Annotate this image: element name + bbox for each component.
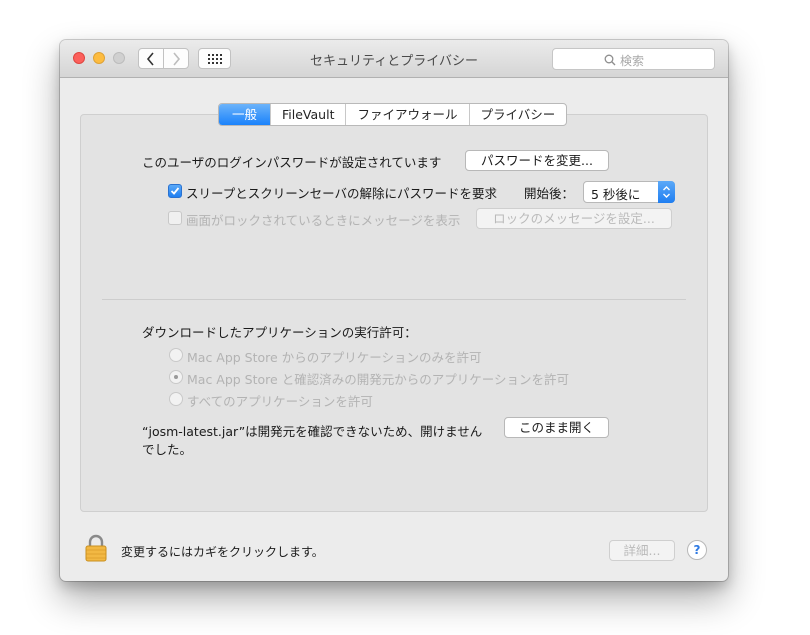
password-delay-value: 5 秒後に <box>591 187 641 202</box>
search-placeholder: 検索 <box>620 54 645 68</box>
after-label: 開始後： <box>524 186 575 201</box>
close-window-button[interactable] <box>73 52 85 64</box>
radio-anywhere[interactable] <box>169 392 183 406</box>
blocked-app-message-line1: “josm-latest.jar”は開発元を確認できないため、開けません <box>142 424 483 439</box>
radio-identified-developers-label: Mac App Store と確認済みの開発元からのアプリケーションを許可 <box>187 372 569 387</box>
tab-privacy[interactable]: プライバシー <box>470 104 567 125</box>
tab-general[interactable]: 一般 <box>219 104 272 125</box>
require-password-checkbox[interactable] <box>168 184 182 198</box>
section-divider <box>102 299 686 300</box>
minimize-window-button[interactable] <box>93 52 105 64</box>
radio-app-store-only[interactable] <box>169 348 183 362</box>
advanced-button[interactable]: 詳細... <box>609 540 675 561</box>
show-message-checkbox[interactable] <box>168 211 182 225</box>
checkmark-icon <box>170 187 180 195</box>
zoom-window-button[interactable] <box>113 52 125 64</box>
chevron-left-icon <box>146 52 154 66</box>
password-delay-select[interactable]: 5 秒後に <box>583 181 675 203</box>
lock-icon[interactable] <box>85 534 107 566</box>
chevron-right-icon <box>173 52 181 66</box>
radio-app-store-only-label: Mac App Store からのアプリケーションのみを許可 <box>187 350 482 365</box>
password-status-text: このユーザのログインパスワードが設定されています <box>142 155 442 170</box>
tab-filevault[interactable]: FileVault <box>271 104 347 125</box>
require-password-label: スリープとスクリーンセーバの解除にパスワードを要求 <box>186 186 498 201</box>
tab-firewall[interactable]: ファイアウォール <box>346 104 470 125</box>
title-bar: セキュリティとプライバシー 検索 <box>60 40 728 78</box>
help-button[interactable]: ? <box>687 540 707 560</box>
search-field[interactable]: 検索 <box>552 48 715 70</box>
blocked-app-message-line2: でした。 <box>142 442 193 457</box>
forward-button[interactable] <box>163 48 189 69</box>
lock-instruction-text: 変更するにはカギをクリックします。 <box>121 545 324 559</box>
radio-anywhere-label: すべてのアプリケーションを許可 <box>187 394 373 409</box>
show-message-label: 画面がロックされているときにメッセージを表示 <box>186 213 461 228</box>
tab-bar: 一般 FileVault ファイアウォール プライバシー <box>218 103 568 126</box>
open-anyway-button[interactable]: このまま開く <box>504 417 609 438</box>
set-lock-message-button[interactable]: ロックのメッセージを設定... <box>476 208 672 229</box>
preferences-window: セキュリティとプライバシー 検索 一般 FileVault ファイアウォール プ… <box>60 40 728 581</box>
grid-icon <box>208 54 222 64</box>
back-button[interactable] <box>138 48 164 69</box>
gatekeeper-heading: ダウンロードしたアプリケーションの実行許可： <box>142 325 417 340</box>
window-title: セキュリティとプライバシー <box>310 54 478 69</box>
search-icon <box>604 54 616 66</box>
select-arrows-icon <box>658 181 675 203</box>
show-all-button[interactable] <box>198 48 231 69</box>
radio-identified-developers[interactable] <box>169 370 183 384</box>
change-password-button[interactable]: パスワードを変更... <box>465 150 609 171</box>
